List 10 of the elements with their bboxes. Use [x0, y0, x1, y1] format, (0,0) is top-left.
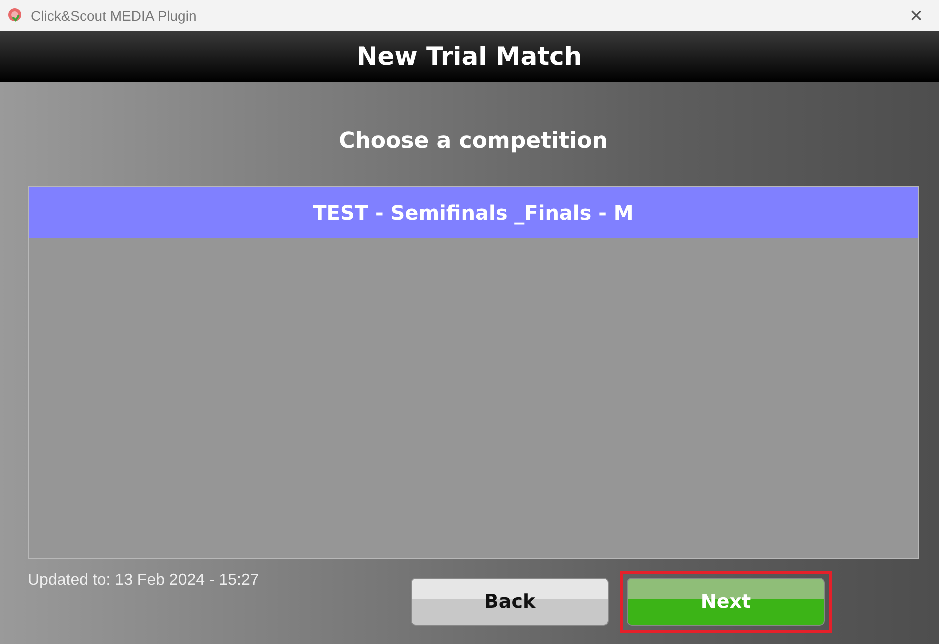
next-button[interactable]: Next — [627, 578, 825, 626]
header-title: New Trial Match — [356, 42, 582, 71]
updated-label: Updated to: 13 Feb 2024 - 15:27 — [28, 572, 260, 591]
competition-item[interactable]: TEST - Semifinals _Finals - M — [29, 187, 918, 238]
window-title: Click&Scout MEDIA Plugin — [31, 8, 197, 24]
back-button[interactable]: Back — [411, 578, 609, 626]
prompt-heading: Choose a competition — [338, 129, 609, 156]
close-button[interactable]: × — [902, 4, 931, 28]
competition-list[interactable]: TEST - Semifinals _Finals - M — [28, 186, 919, 559]
app-icon — [7, 8, 23, 24]
